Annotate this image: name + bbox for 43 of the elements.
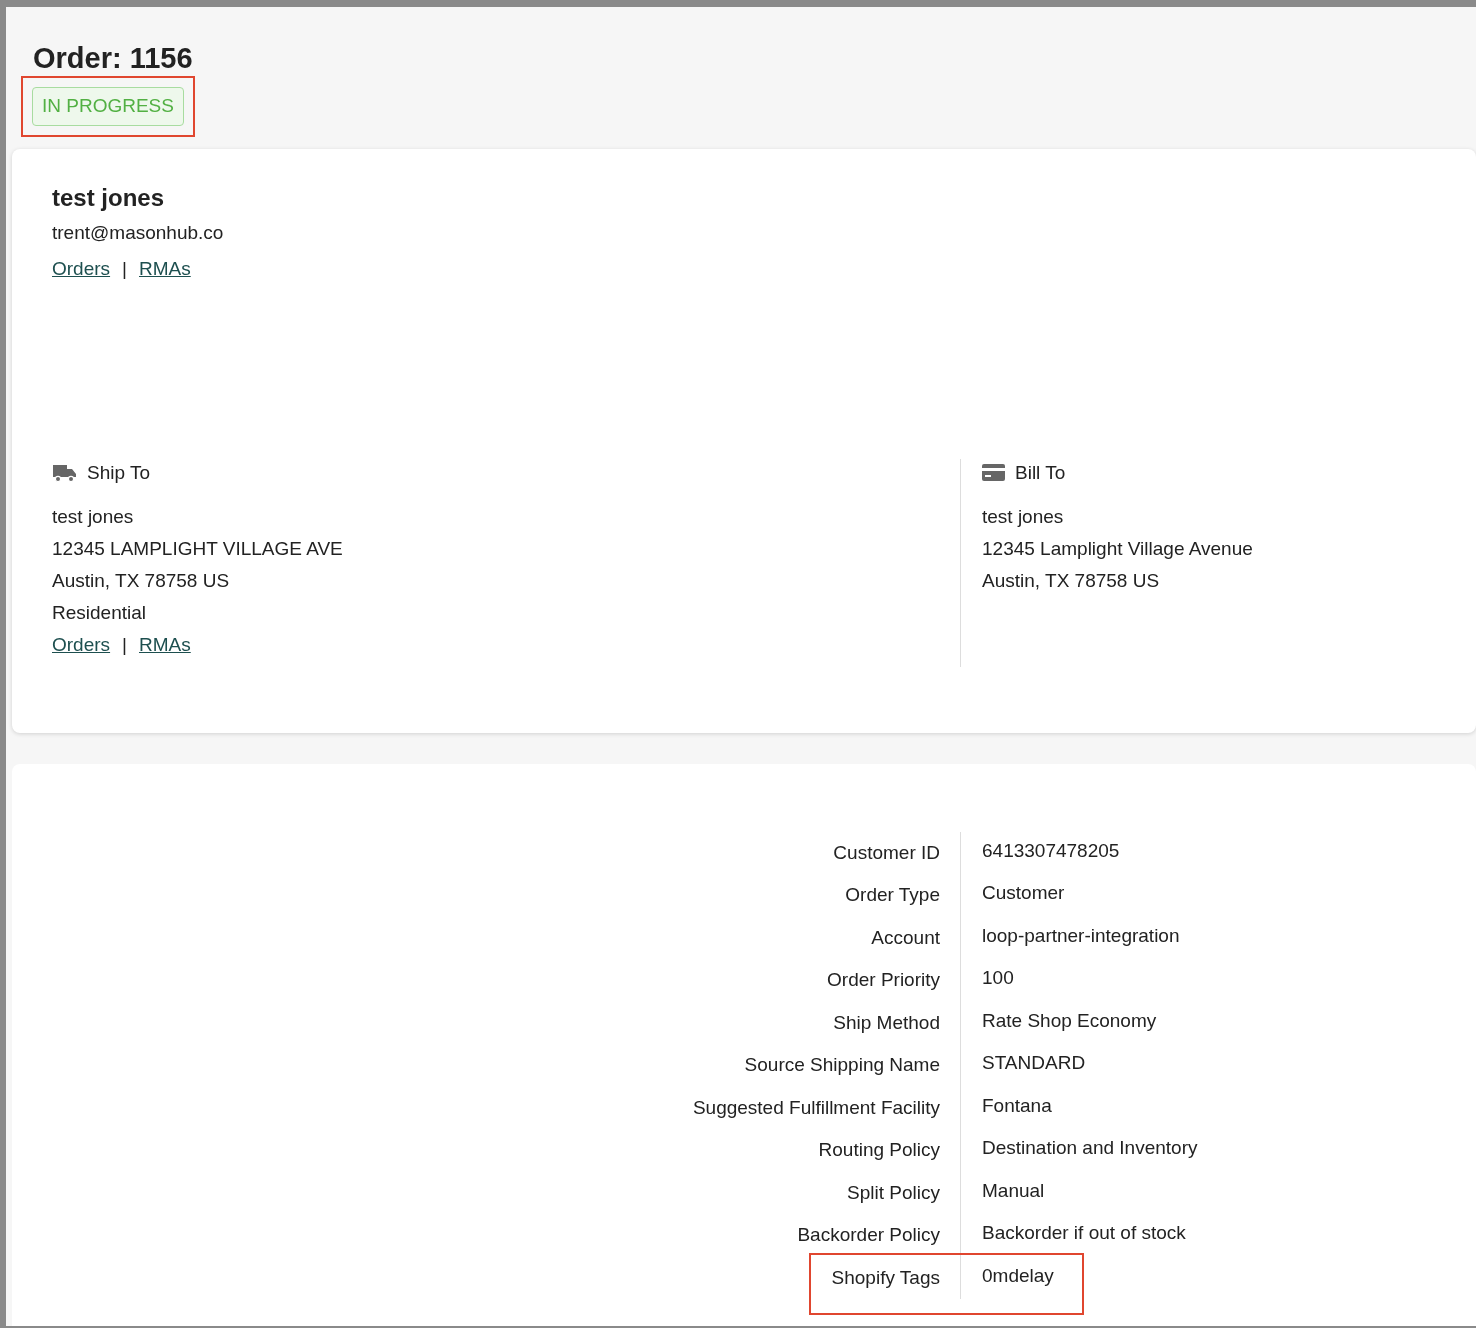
field-value: loop-partner-integration [982,923,1180,948]
address-line: test jones [982,505,1064,529]
link[interactable]: RMAs [139,629,191,661]
field-value: 0mdelay [982,1263,1054,1288]
section-heading: Bill To [1015,460,1066,485]
field-value: Manual [982,1178,1045,1203]
link[interactable]: Orders [52,629,111,661]
address-line: Austin, TX 78758 US [982,569,1160,593]
field-label: Ship Method [833,1010,940,1035]
field-value: STANDARD [982,1051,1086,1075]
field-label: Split Policy [847,1180,940,1205]
field-value: Customer [982,881,1065,905]
field-label: Order Type [845,883,940,907]
section-heading: Ship To [87,460,151,485]
customer-name: test jones [52,182,165,213]
status-badge: IN PROGRESS [32,87,184,126]
field-label: Backorder Policy [797,1223,940,1247]
customer-email: trent@masonhub.co [52,220,224,245]
order-title: Order: 1156 [33,41,193,75]
field-value: Destination and Inventory [982,1136,1198,1160]
link[interactable]: Orders [52,255,111,284]
address-line: Residential [52,601,146,625]
field-label: Customer ID [833,840,940,865]
credit-card-icon [982,464,1005,482]
field-value: 6413307478205 [982,838,1120,863]
address-line: 12345 Lamplight Village Avenue [982,537,1253,561]
field-label: Order Priority [827,968,940,992]
field-value: Fontana [982,1093,1052,1118]
field-value: Rate Shop Economy [982,1008,1157,1033]
link-separator: | [122,257,127,281]
address-line: 12345 LAMPLIGHT VILLAGE AVE [52,537,343,561]
field-value: 100 [982,966,1014,990]
address-line: Austin, TX 78758 US [52,569,230,593]
field-value: Backorder if out of stock [982,1221,1186,1245]
address-line: test jones [52,505,134,529]
field-label: Account [871,925,940,950]
link-separator: | [122,633,127,657]
link[interactable]: RMAs [139,255,191,284]
field-label: Shopify Tags [831,1265,940,1290]
field-label: Source Shipping Name [744,1053,940,1077]
field-label: Suggested Fulfillment Facility [692,1095,940,1120]
field-label: Routing Policy [818,1138,940,1162]
truck-icon [52,462,77,483]
